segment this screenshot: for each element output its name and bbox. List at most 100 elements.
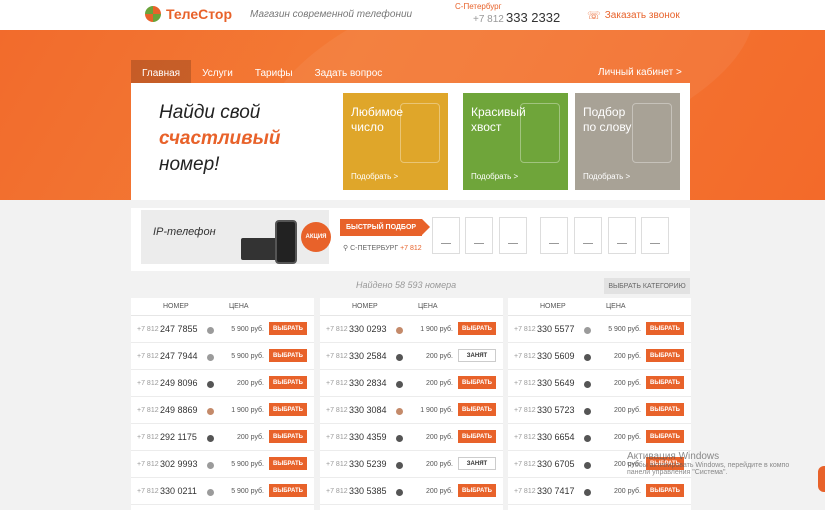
city-name: С-ПЕТЕРБУРГ	[350, 245, 399, 252]
row-number: 330 5385	[349, 486, 387, 496]
row-number: 302 9993	[160, 459, 198, 469]
hero-line-3: номер!	[159, 154, 220, 175]
row-code: +7 812	[326, 326, 348, 333]
select-button[interactable]: ВЫБРАТЬ	[646, 403, 684, 416]
quick-select-label: БЫСТРЫЙ ПОДБОР	[340, 219, 431, 236]
category-dot-icon	[396, 327, 403, 334]
digit-input-2[interactable]	[465, 217, 493, 254]
category-dot-icon	[584, 354, 591, 361]
row-number: 330 0211	[160, 486, 197, 496]
select-button[interactable]: ВЫБРАТЬ	[458, 322, 496, 335]
numbers-table-3: НОМЕР ЦЕНА +7 812 330 5577 5 900 руб. ВЫБРАТЬ…	[508, 298, 691, 510]
category-dot-icon	[584, 462, 591, 469]
select-button[interactable]: ВЫБРАТЬ	[269, 457, 307, 470]
row-price: 200 руб.	[614, 380, 641, 387]
row-number: 247 7944	[160, 351, 198, 361]
table-row: +7 812 249 8096 200 руб. ВЫБРАТЬ	[131, 370, 314, 397]
select-button[interactable]: ВЫБРАТЬ	[269, 403, 307, 416]
digit-input-4[interactable]	[540, 217, 568, 254]
select-button[interactable]: ВЫБРАТЬ	[458, 403, 496, 416]
select-button[interactable]: ВЫБРАТЬ	[269, 349, 307, 362]
header-price: ЦЕНА	[418, 303, 438, 310]
callback-label: Заказать звонок	[604, 10, 680, 21]
side-widget-button[interactable]	[818, 466, 825, 492]
row-price: 200 руб.	[426, 461, 453, 468]
row-price: 1 900 руб.	[420, 407, 453, 414]
row-price: 1 900 руб.	[420, 326, 453, 333]
row-code: +7 812	[137, 488, 159, 495]
row-code: +7 812	[514, 407, 536, 414]
select-button[interactable]: ВЫБРАТЬ	[269, 322, 307, 335]
select-button[interactable]: ВЫБРАТЬ	[646, 484, 684, 497]
row-number: 330 2834	[349, 378, 387, 388]
location-pin-icon: ⚲	[343, 245, 349, 252]
row-code: +7 812	[514, 326, 536, 333]
digit-input-6[interactable]	[608, 217, 636, 254]
keypad-illustration-icon	[632, 103, 672, 163]
row-code: +7 812	[326, 353, 348, 360]
found-count: Найдено 58 593 номера	[356, 280, 457, 290]
tile-word-search[interactable]: Подбор по слову Подобрать >	[575, 93, 680, 190]
select-button[interactable]: ВЫБРАТЬ	[458, 376, 496, 389]
table-row: +7 812 330 5723 200 руб. ВЫБРАТЬ	[508, 397, 691, 424]
table-row: +7 812 330 2584 200 руб. ЗАНЯТ	[320, 343, 503, 370]
header-number: НОМЕР	[540, 303, 566, 310]
digit-input-5[interactable]	[574, 217, 602, 254]
personal-cabinet-link[interactable]: Личный кабинет >	[598, 67, 682, 78]
select-button[interactable]: ВЫБРАТЬ	[269, 376, 307, 389]
logo-text: ТелеСтор	[166, 6, 233, 22]
tile-link[interactable]: Подобрать >	[351, 172, 398, 181]
digit-input-3[interactable]	[499, 217, 527, 254]
city-code: +7 812	[400, 245, 422, 252]
tile-beautiful-tail[interactable]: Красивый хвост Подобрать >	[463, 93, 568, 190]
logo[interactable]: ТелеСтор	[145, 6, 232, 22]
row-code: +7 812	[137, 461, 159, 468]
row-number: 330 5577	[537, 324, 575, 334]
select-category-button[interactable]: ВЫБРАТЬ КАТЕГОРИЮ	[604, 278, 690, 294]
tile-favorite-number[interactable]: Любимое число Подобрать >	[343, 93, 448, 190]
row-price: 200 руб.	[237, 434, 264, 441]
row-code: +7 812	[326, 488, 348, 495]
row-code: +7 812	[326, 434, 348, 441]
row-number: 330 5723	[537, 405, 575, 415]
row-price: 200 руб.	[614, 434, 641, 441]
row-number: 330 5649	[537, 378, 575, 388]
select-button[interactable]: ВЫБРАТЬ	[269, 484, 307, 497]
logo-icon	[145, 6, 161, 22]
select-button[interactable]: ВЫБРАТЬ	[458, 484, 496, 497]
callback-link[interactable]: ☏ Заказать звонок	[587, 9, 680, 22]
table-row: +7 812 330 5577 5 900 руб. ВЫБРАТЬ	[508, 316, 691, 343]
bird-illustration-icon	[520, 103, 560, 163]
header-price: ЦЕНА	[229, 303, 249, 310]
select-button[interactable]: ВЫБРАТЬ	[646, 376, 684, 389]
digit-input-1[interactable]	[432, 217, 460, 254]
row-number: 249 8869	[160, 405, 198, 415]
select-button[interactable]: ВЫБРАТЬ	[269, 430, 307, 443]
select-button[interactable]: ВЫБРАТЬ	[646, 430, 684, 443]
row-price: 5 900 руб.	[231, 488, 264, 495]
table-row: +7 812 330 6654 200 руб. ВЫБРАТЬ	[508, 424, 691, 451]
row-price: 200 руб.	[614, 353, 641, 360]
category-dot-icon	[207, 462, 214, 469]
hero-card: Найди свой счастливый номер! Любимое чис…	[131, 83, 690, 200]
category-dot-icon	[207, 354, 214, 361]
row-price: 1 900 руб.	[231, 407, 264, 414]
ip-phone-banner[interactable]: IP-телефон АКЦИЯ	[141, 210, 331, 264]
row-price: 5 900 руб.	[231, 353, 264, 360]
digit-input-7[interactable]	[641, 217, 669, 254]
tile-link[interactable]: Подобрать >	[471, 172, 518, 181]
select-button[interactable]: ВЫБРАТЬ	[458, 430, 496, 443]
category-dot-icon	[207, 381, 214, 388]
hero-line-2: счастливый	[159, 128, 281, 149]
table-row: +7 812 292 1175 200 руб. ВЫБРАТЬ	[131, 424, 314, 451]
header-number: НОМЕР	[163, 303, 189, 310]
row-number: 330 3084	[349, 405, 387, 415]
hero-slogan: Найди свой счастливый номер!	[159, 100, 280, 178]
tile-link[interactable]: Подобрать >	[583, 172, 630, 181]
select-button[interactable]: ВЫБРАТЬ	[646, 349, 684, 362]
numbers-table-2: НОМЕР ЦЕНА +7 812 330 0293 1 900 руб. ВЫБРАТЬ…	[320, 298, 503, 510]
mobile-phone-icon	[275, 220, 297, 264]
select-button[interactable]: ВЫБРАТЬ	[646, 322, 684, 335]
table-row: +7 812 330 0293 1 900 руб. ВЫБРАТЬ	[320, 316, 503, 343]
row-price: 200 руб.	[614, 488, 641, 495]
